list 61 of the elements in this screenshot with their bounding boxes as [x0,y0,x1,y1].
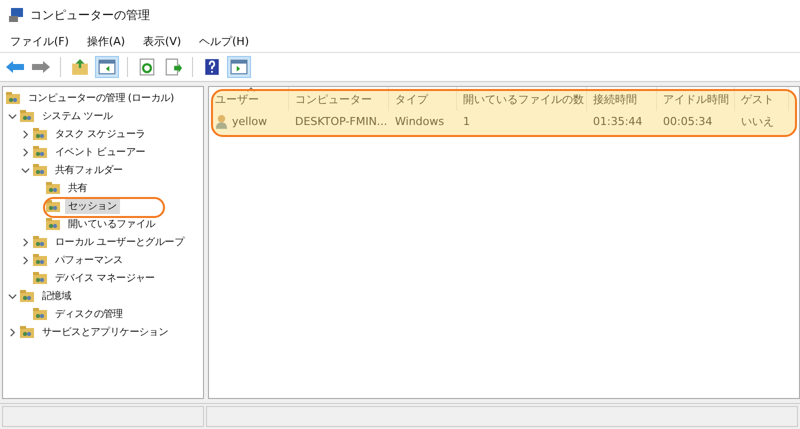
tree-node-icon [32,306,48,322]
tree-node-icon [32,126,48,142]
table-cell: いいえ [741,114,774,128]
tree-item[interactable]: デバイス マネージャー [52,270,158,286]
tree-node-icon [32,234,48,250]
expand-chevron-icon[interactable] [20,148,30,156]
column-header[interactable]: ユーザー [209,87,289,111]
tree-item[interactable]: パフォーマンス [52,252,126,268]
table-cell: 01:35:44 [593,114,642,128]
collapse-chevron-icon[interactable] [20,166,30,174]
action-pane-icon[interactable] [227,56,251,78]
collapse-chevron-icon[interactable] [8,292,16,300]
column-header[interactable]: 接続時間 [587,87,657,111]
tree-item[interactable]: ローカル ユーザーとグループ [52,234,187,250]
pane-toggle-icon[interactable] [95,56,119,78]
menu-item[interactable]: ファイル(F) [10,34,69,48]
tree-item[interactable]: コンピューターの管理 (ローカル) [25,90,177,106]
tree-node-icon [19,288,35,304]
tree-item[interactable]: 記憶域 [39,288,74,304]
window-title: コンピューターの管理 [30,6,150,24]
expand-chevron-icon[interactable] [20,256,30,264]
tree-node-icon [45,180,61,196]
tree-item[interactable]: 開いているファイル [65,216,158,232]
tree-node-icon [45,198,61,214]
tree-item[interactable]: セッション [65,198,120,214]
table-cell: yellow [232,114,268,128]
menu-item[interactable]: 表示(V) [143,34,182,48]
tree-item[interactable]: 共有 [65,180,90,196]
tree-node-icon [45,216,61,232]
table-cell: DESKTOP-FMIN... [295,114,388,128]
tree-node-icon [19,108,35,124]
tree-item[interactable]: サービスとアプリケーション [39,324,172,340]
tree-node-icon [5,90,21,106]
user-icon [215,114,228,128]
expand-chevron-icon[interactable] [8,328,16,336]
column-header[interactable]: ゲスト [735,87,789,111]
collapse-chevron-icon[interactable] [8,112,16,120]
table-cell: 00:05:34 [663,114,712,128]
tree-node-icon [19,324,35,340]
tree-item[interactable]: タスク スケジューラ [52,126,148,142]
sort-ascending-icon [247,87,255,92]
tree-node-icon [32,270,48,286]
tree-node-icon [32,162,48,178]
tree-node-icon [32,252,48,268]
tree-item[interactable]: 共有フォルダー [52,162,126,178]
menu-item[interactable]: 操作(A) [86,34,126,48]
computer-icon [8,7,24,23]
column-header[interactable]: タイプ [389,87,457,111]
table-cell: Windows [395,114,444,128]
table-cell: 1 [463,114,470,128]
column-header[interactable]: アイドル時間 [657,87,735,111]
tree-item[interactable]: ディスクの管理 [52,306,126,322]
column-header[interactable]: コンピューター [289,87,389,111]
expand-chevron-icon[interactable] [20,130,30,138]
tree-item[interactable]: システム ツール [39,108,116,124]
tree-item[interactable]: イベント ビューアー [52,144,148,160]
menu-item[interactable]: ヘルプ(H) [199,34,249,48]
folder-up-icon[interactable] [69,57,91,77]
column-header[interactable]: 開いているファイルの数 [457,87,587,111]
tree-node-icon [32,144,48,160]
expand-chevron-icon[interactable] [20,238,30,246]
